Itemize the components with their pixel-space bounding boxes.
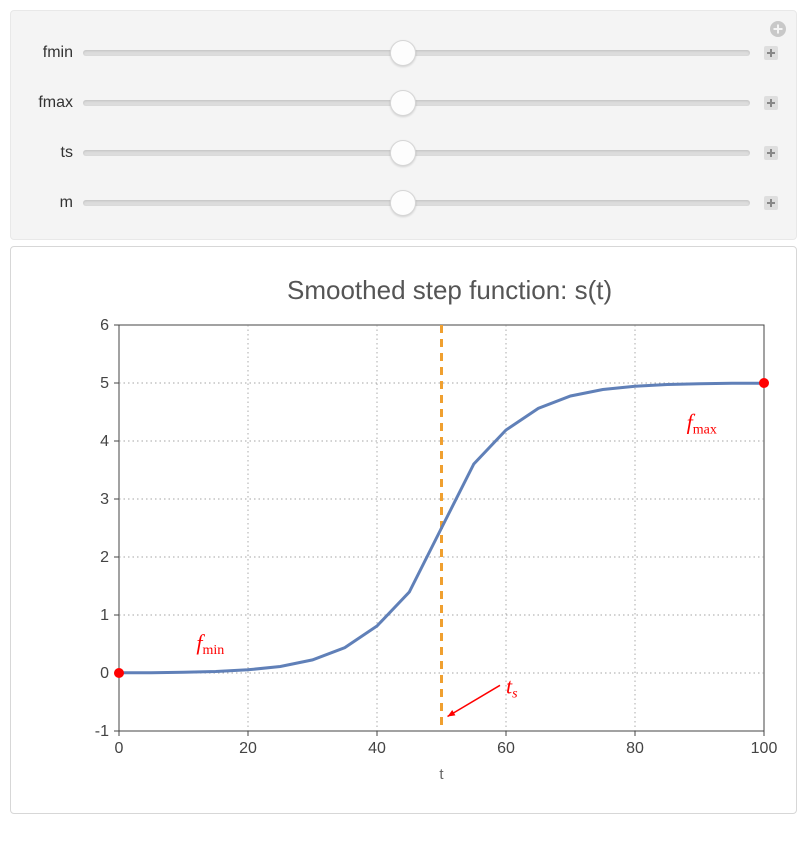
y-tick-label: 0	[100, 665, 109, 682]
slider-ts[interactable]	[83, 139, 750, 167]
svg-text:fmin: fmin	[196, 630, 224, 658]
x-axis-label: t	[439, 766, 444, 783]
expand-slider-icon[interactable]	[764, 96, 778, 110]
slider-fmax[interactable]	[83, 89, 750, 117]
chart-panel: Smoothed step function: s(t)-10123456020…	[10, 246, 797, 814]
slider-thumb[interactable]	[390, 140, 416, 166]
x-tick-label: 80	[626, 740, 644, 757]
y-tick-label: 3	[100, 491, 109, 508]
slider-thumb[interactable]	[390, 40, 416, 66]
slider-row-ts: ts	[29, 131, 778, 175]
y-tick-label: -1	[94, 723, 108, 740]
add-control-icon[interactable]	[768, 19, 788, 39]
y-tick-label: 6	[100, 317, 109, 334]
controls-panel: fmin fmax ts	[10, 10, 797, 240]
y-tick-label: 1	[100, 607, 109, 624]
y-tick-label: 4	[100, 433, 109, 450]
y-tick-label: 5	[100, 375, 109, 392]
annotation-arrow	[447, 685, 500, 716]
expand-slider-icon[interactable]	[764, 146, 778, 160]
slider-label: fmax	[29, 94, 73, 112]
slider-row-fmax: fmax	[29, 81, 778, 125]
slider-track	[83, 200, 750, 206]
data-marker	[759, 378, 769, 388]
slider-label: m	[29, 194, 73, 212]
y-tick-label: 2	[100, 549, 109, 566]
x-tick-label: 100	[750, 740, 777, 757]
annotation-fmax: fmax	[686, 409, 716, 437]
slider-m[interactable]	[83, 189, 750, 217]
annotation-fmin: fmin	[196, 630, 224, 658]
x-tick-label: 40	[368, 740, 386, 757]
x-tick-label: 20	[239, 740, 257, 757]
data-marker	[114, 668, 124, 678]
chart-title: Smoothed step function: s(t)	[287, 275, 612, 305]
slider-label: ts	[29, 144, 73, 162]
chart: Smoothed step function: s(t)-10123456020…	[24, 263, 784, 793]
slider-label: fmin	[29, 44, 73, 62]
expand-slider-icon[interactable]	[764, 196, 778, 210]
slider-row-m: m	[29, 181, 778, 225]
slider-thumb[interactable]	[390, 90, 416, 116]
svg-text:ts: ts	[506, 673, 518, 701]
x-tick-label: 60	[497, 740, 515, 757]
annotation-ts: ts	[447, 673, 518, 716]
svg-text:fmax: fmax	[686, 409, 716, 437]
slider-row-fmin: fmin	[29, 31, 778, 75]
slider-track	[83, 100, 750, 106]
slider-fmin[interactable]	[83, 39, 750, 67]
slider-thumb[interactable]	[390, 190, 416, 216]
slider-track	[83, 150, 750, 156]
x-tick-label: 0	[114, 740, 123, 757]
slider-track	[83, 50, 750, 56]
expand-slider-icon[interactable]	[764, 46, 778, 60]
